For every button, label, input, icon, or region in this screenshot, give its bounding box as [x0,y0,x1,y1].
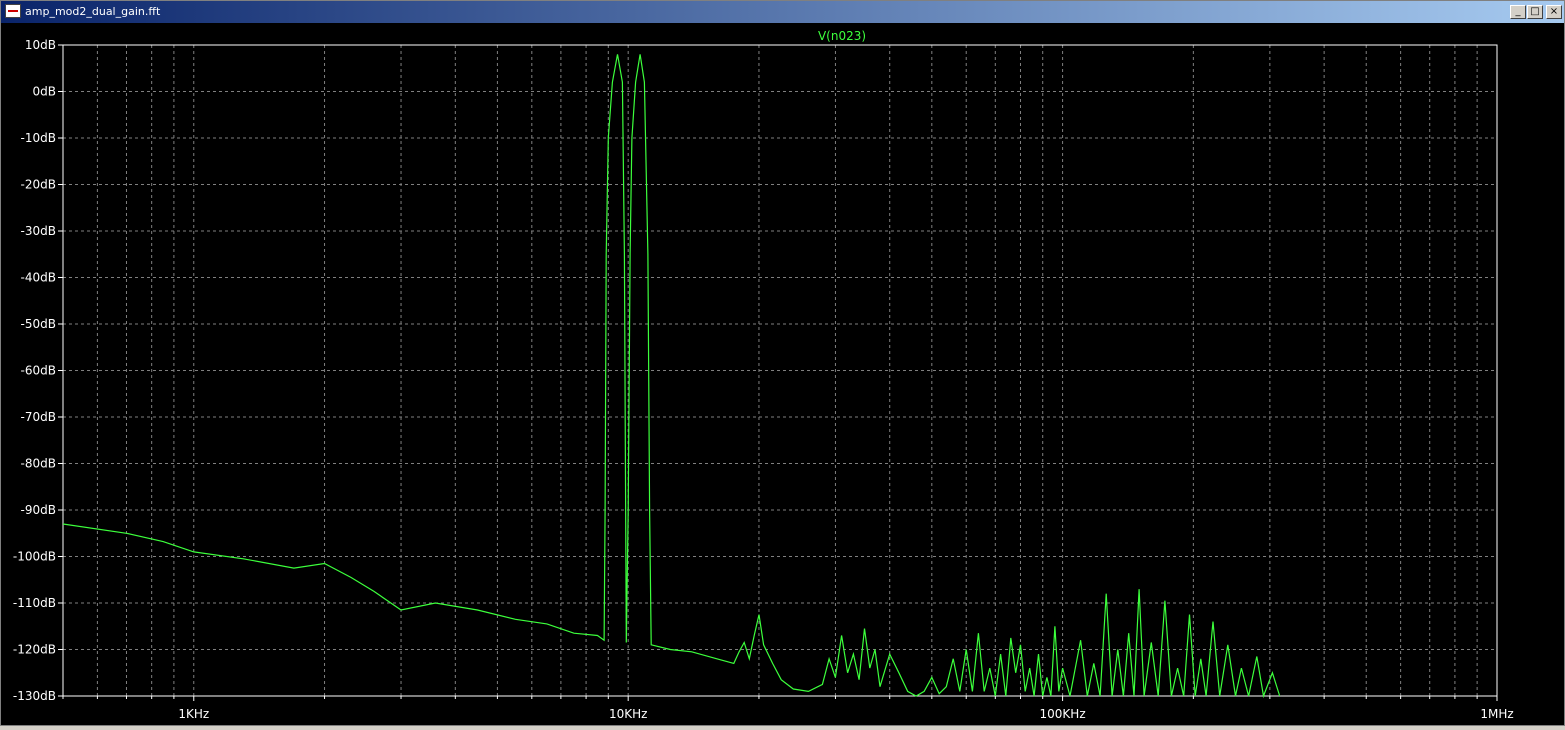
waveform-window: amp_mod2_dual_gain.fft _ □ × 10dB 0dB -10d… [0,0,1565,726]
y-tick-label: -10dB [21,131,56,145]
window-title: amp_mod2_dual_gain.fft [25,5,161,18]
x-tick-label: 100KHz [1040,707,1086,721]
x-tick-label: 1KHz [178,707,209,721]
x-tick-label: 1MHz [1480,707,1513,721]
maximize-button[interactable]: □ [1527,5,1543,19]
y-tick-label: -130dB [13,689,56,703]
series-line-0 [62,54,1281,699]
y-tick-label: -90dB [21,503,56,517]
fft-chart[interactable]: 10dB 0dB -10dB -20dB -30dB -40dB -50dB -60dB -70… [1,23,1564,725]
close-button[interactable]: × [1546,5,1562,19]
minimize-button[interactable]: _ [1510,5,1526,19]
y-tick-label: -60dB [21,364,56,378]
y-tick-label: -20dB [21,178,56,192]
y-tick-label: -40dB [21,271,56,285]
y-tick-label: -30dB [21,224,56,238]
plot-pane[interactable]: 10dB 0dB -10dB -20dB -30dB -40dB -50dB -60dB -70… [1,23,1564,725]
y-tick-label: -80dB [21,457,56,471]
y-tick-label: -70dB [21,410,56,424]
y-tick-label: -110dB [13,596,56,610]
y-tick-label: 0dB [33,85,56,99]
x-tick-label: 10KHz [609,707,647,721]
title-bar[interactable]: amp_mod2_dual_gain.fft _ □ × [1,1,1564,23]
y-tick-label: -100dB [13,550,56,564]
y-tick-label: -50dB [21,317,56,331]
y-tick-label: 10dB [25,38,56,52]
chart-title: V(n023) [818,29,866,43]
plot-window-icon [5,4,21,18]
y-tick-label: -120dB [13,643,56,657]
